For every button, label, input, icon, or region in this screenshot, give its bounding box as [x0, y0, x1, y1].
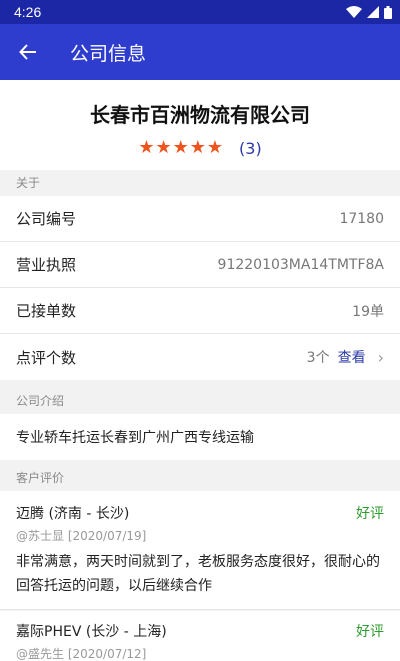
rating-count[interactable]: (3) [239, 139, 262, 158]
section-intro-label: 公司介绍 [0, 388, 400, 414]
review-header: 迈腾 (济南 - 长沙) 好评 [16, 503, 384, 523]
review-title: 嘉际PHEV (长沙 - 上海) [16, 624, 167, 640]
signal-icon [367, 6, 379, 18]
status-time: 4:26 [14, 4, 42, 20]
review-item: 迈腾 (济南 - 长沙) 好评 @苏士显 [2020/07/19] 非常满意，两… [0, 491, 400, 610]
status-bar: 4:26 [0, 0, 400, 24]
star-icon: ★ [155, 137, 172, 158]
reviews-count-label: 点评个数 [16, 348, 77, 367]
review-header: 嘉际PHEV (长沙 - 上海) 好评 [16, 621, 384, 641]
review-meta: @盛先生 [2020/07/12] [16, 647, 147, 661]
page-title: 公司信息 [70, 42, 147, 65]
company-no-label: 公司编号 [16, 210, 77, 228]
back-button[interactable] [0, 24, 56, 80]
info-row-company-no: 公司编号 17180 [0, 196, 400, 242]
star-icon: ★ [172, 137, 189, 158]
star-rating: ★ ★ ★ ★ ★ [138, 138, 223, 158]
review-tag: 好评 [356, 506, 384, 522]
review-title: 迈腾 (济南 - 长沙) [16, 506, 130, 522]
company-name: 长春市百洲物流有限公司 [90, 103, 310, 127]
star-icon: ★ [138, 137, 155, 158]
rating-row: ★ ★ ★ ★ ★ (3) [0, 138, 400, 158]
arrow-left-icon [19, 44, 36, 60]
section-about-label: 关于 [0, 170, 400, 196]
info-row-orders: 已接单数 19单 [0, 288, 400, 334]
company-intro: 专业轿车托运长春到广州广西专线运输 [0, 414, 400, 460]
review-body: 非常满意，两天时间就到了，老板服务态度很好，很耐心的回答托运的问题，以后继续合作 [16, 554, 380, 594]
battery-icon [384, 5, 392, 19]
review-meta: @苏士显 [2020/07/19] [16, 529, 147, 543]
review-tag: 好评 [356, 624, 384, 640]
star-icon: ★ [206, 137, 224, 158]
company-header: 长春市百洲物流有限公司 ★ ★ ★ ★ ★ (3) [0, 80, 400, 170]
license-label: 营业执照 [16, 256, 77, 274]
orders-label: 已接单数 [16, 302, 77, 320]
section-reviews-label: 客户评价 [0, 465, 400, 491]
orders-value: 19单 [352, 303, 384, 320]
view-reviews-link[interactable]: 查看 [338, 347, 366, 367]
app-bar: 公司信息 [0, 24, 400, 80]
review-item: 嘉际PHEV (长沙 - 上海) 好评 @盛先生 [2020/07/12] [0, 611, 400, 661]
reviews-count-value: 3个 [306, 350, 330, 366]
wifi-icon [346, 6, 362, 18]
status-icons [346, 5, 392, 19]
chevron-right-icon: › [377, 347, 384, 367]
star-icon: ★ [189, 137, 206, 158]
company-no-value: 17180 [339, 210, 384, 227]
info-row-license: 营业执照 91220103MA14TMTF8A [0, 242, 400, 288]
license-value: 91220103MA14TMTF8A [217, 256, 384, 273]
info-row-reviews[interactable]: 点评个数 3个 查看 › [0, 334, 400, 380]
